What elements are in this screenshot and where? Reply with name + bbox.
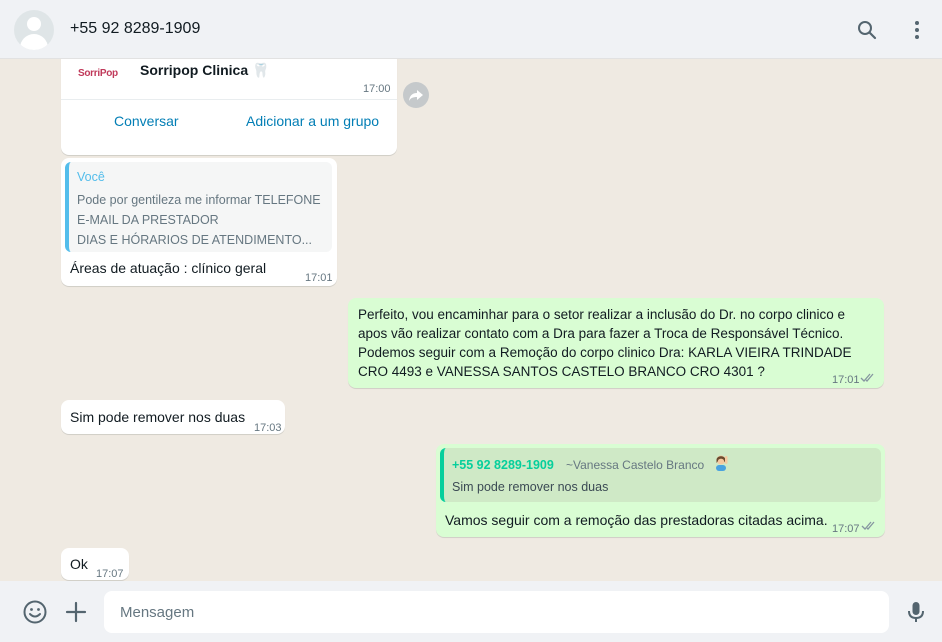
avatar[interactable] — [14, 10, 54, 50]
incoming-message[interactable]: Sim pode remover nos duas 17:03 — [61, 400, 285, 434]
message-time: 17:00 — [363, 83, 391, 95]
quoted-message[interactable]: Você Pode por gentileza me informar TELE… — [65, 162, 332, 252]
contact-card-message[interactable]: SorriPop Sorripop Clinica 🦷 17:00 Conver… — [61, 59, 397, 155]
message-time: 17:01 — [305, 272, 333, 284]
message-time: 17:07 — [832, 523, 860, 535]
clinic-logo: SorriPop — [78, 68, 118, 79]
quote-author: Você — [77, 170, 105, 184]
contact-card-name: Sorripop Clinica 🦷 — [140, 62, 270, 78]
message-line: CRO 4493 e VANESSA SANTOS CASTELO BRANCO… — [358, 364, 765, 379]
message-text: Sim pode remover nos duas — [70, 409, 246, 425]
menu-icon[interactable] — [905, 18, 929, 42]
quote-line: E-MAIL DA PRESTADOR — [77, 213, 219, 227]
read-ticks-icon — [861, 521, 875, 530]
plus-icon[interactable] — [63, 599, 89, 625]
card-divider — [61, 99, 397, 100]
add-to-group-button[interactable]: Adicionar a um grupo — [246, 112, 379, 131]
mic-icon[interactable] — [903, 599, 929, 625]
message-line: apos vão realizar contato com a Dra para… — [358, 326, 844, 341]
message-text: Ok — [70, 556, 88, 572]
quote-author: +55 92 8289-1909 — [452, 458, 554, 472]
forward-icon[interactable] — [403, 82, 429, 108]
message-text: Áreas de atuação : clínico geral — [70, 260, 267, 276]
message-line: Perfeito, vou encaminhar para o setor re… — [358, 307, 846, 322]
read-ticks-icon — [860, 373, 874, 382]
message-line: Podemos seguir com a Remoção do corpo cl… — [358, 345, 852, 360]
chat-header: +55 92 8289-1909 — [0, 0, 942, 59]
search-icon[interactable] — [855, 18, 879, 42]
message-time: 17:07 — [96, 568, 124, 580]
outgoing-message[interactable]: Perfeito, vou encaminhar para o setor re… — [348, 298, 884, 388]
message-time: 17:03 — [254, 422, 282, 434]
emoji-icon[interactable] — [22, 599, 48, 625]
composer-bar — [0, 581, 942, 642]
quote-author-name: ~Vanessa Castelo Branco — [566, 458, 705, 472]
message-input[interactable] — [104, 591, 889, 633]
woman-raising-hand-emoji-icon — [716, 455, 728, 471]
reply-message[interactable]: Você Pode por gentileza me informar TELE… — [61, 158, 337, 286]
conversar-button[interactable]: Conversar — [114, 112, 179, 131]
message-list[interactable]: SorriPop Sorripop Clinica 🦷 17:00 Conver… — [0, 59, 942, 581]
message-text: Vamos seguir com a remoção das prestador… — [445, 512, 828, 528]
quote-text: Sim pode remover nos duas — [452, 480, 609, 494]
quoted-message[interactable]: +55 92 8289-1909 ~Vanessa Castelo Branco… — [440, 448, 881, 502]
quote-line: Pode por gentileza me informar TELEFONE — [77, 193, 321, 207]
message-time: 17:01 — [832, 374, 860, 386]
incoming-message[interactable]: Ok 17:07 — [61, 548, 129, 580]
contact-name[interactable]: +55 92 8289-1909 — [70, 20, 200, 38]
outgoing-reply-message[interactable]: +55 92 8289-1909 ~Vanessa Castelo Branco… — [436, 444, 885, 537]
quote-line: DIAS E HÓRARIOS DE ATENDIMENTO... — [77, 233, 312, 247]
